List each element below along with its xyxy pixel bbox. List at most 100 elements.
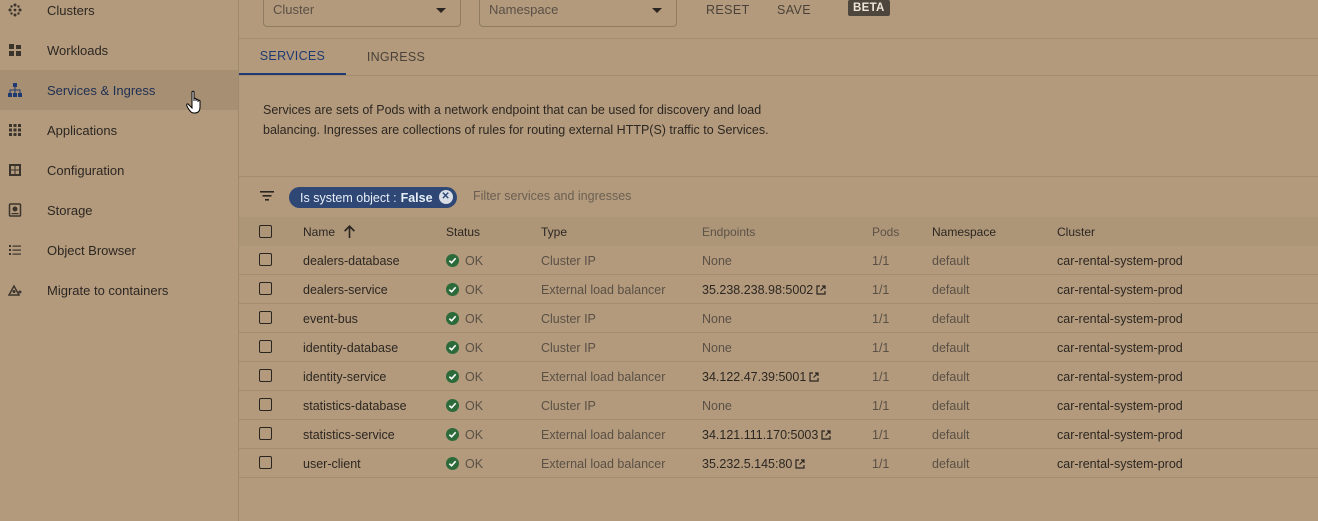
external-link-icon[interactable] [809, 371, 819, 382]
external-link-icon[interactable] [816, 284, 826, 295]
namespace-cell: default [932, 398, 970, 413]
cluster-select-placeholder: Cluster [273, 1, 315, 17]
select-all-checkbox[interactable] [259, 225, 272, 238]
endpoints-cell[interactable]: 34.121.111.170:5003 [702, 420, 831, 449]
beta-badge: BETA [848, 0, 890, 16]
endpoint-link[interactable]: 35.232.5.145:80 [702, 457, 792, 471]
clusters-icon [7, 2, 23, 18]
hand-cursor-icon [186, 90, 201, 114]
row-checkbox[interactable] [259, 253, 272, 266]
sidebar-item-migrate[interactable]: Migrate to containers [0, 270, 238, 310]
page-description: Services are sets of Pods with a network… [263, 103, 769, 137]
endpoint-text: None [702, 340, 732, 355]
table-row[interactable]: user-client OK External load balancer 35.23… [239, 449, 1318, 478]
row-checkbox[interactable] [259, 282, 272, 295]
chevron-down-icon [436, 8, 446, 13]
status-cell: OK [446, 391, 483, 420]
service-name-link[interactable]: statistics-service [303, 420, 395, 449]
endpoint-text: None [702, 253, 732, 268]
status-cell: OK [446, 246, 483, 275]
cluster-cell: car-rental-system-prod [1057, 456, 1183, 471]
type-cell: External load balancer [541, 282, 666, 297]
table-row[interactable]: dealers-database OK Cluster IP None 1/1 defau… [239, 246, 1318, 275]
namespace-select[interactable]: Namespace [479, 0, 677, 27]
close-icon[interactable]: ✕ [438, 190, 453, 204]
table-row[interactable]: dealers-service OK External load balancer 3… [239, 275, 1318, 304]
column-name-header[interactable]: Name [303, 217, 356, 246]
endpoint-link[interactable]: 34.122.47.39:5001 [702, 370, 806, 384]
row-checkbox[interactable] [259, 340, 272, 353]
type-cell: Cluster IP [541, 398, 596, 413]
table-row[interactable]: statistics-database OK Cluster IP None 1/1 de… [239, 391, 1318, 420]
external-link-icon[interactable] [795, 458, 805, 469]
sidebar-item-label: Configuration [47, 162, 125, 178]
filter-chip-key: Is system object : [300, 190, 397, 205]
pods-cell: 1/1 [872, 427, 890, 442]
pods-cell: 1/1 [872, 311, 890, 326]
sidebar-item-workloads[interactable]: Workloads [0, 30, 238, 70]
endpoint-text: None [702, 398, 732, 413]
pods-cell: 1/1 [872, 253, 890, 268]
pods-cell: 1/1 [872, 398, 890, 413]
endpoint-link[interactable]: 35.238.238.98:5002 [702, 283, 813, 297]
sidebar-item-configuration[interactable]: Configuration [0, 150, 238, 190]
reset-button[interactable]: RESET [706, 3, 750, 17]
sidebar-item-storage[interactable]: Storage [0, 190, 238, 230]
sidebar-item-clusters[interactable]: Clusters [0, 0, 238, 30]
row-checkbox[interactable] [259, 427, 272, 440]
row-checkbox[interactable] [259, 369, 272, 382]
service-name-link[interactable]: identity-database [303, 333, 398, 362]
endpoints-cell[interactable]: 35.232.5.145:80 [702, 449, 805, 478]
status-cell: OK [446, 275, 483, 304]
service-name-link[interactable]: user-client [303, 449, 361, 478]
cluster-cell: car-rental-system-prod [1057, 340, 1183, 355]
sidebar-item-applications[interactable]: Applications [0, 110, 238, 150]
status-cell: OK [446, 333, 483, 362]
type-cell: Cluster IP [541, 311, 596, 326]
service-name-link[interactable]: identity-service [303, 362, 386, 391]
sidebar-item-object-browser[interactable]: Object Browser [0, 230, 238, 270]
table-row[interactable]: identity-database OK Cluster IP None 1/1 defa… [239, 333, 1318, 362]
filter-input[interactable]: Filter services and ingresses [473, 189, 631, 203]
tab-services[interactable]: SERVICES [239, 39, 346, 75]
service-name-link[interactable]: event-bus [303, 304, 358, 333]
service-name-link[interactable]: dealers-service [303, 275, 388, 304]
status-text: OK [465, 427, 484, 442]
namespace-cell: default [932, 369, 970, 384]
cluster-select[interactable]: Cluster [263, 0, 461, 27]
column-status-header[interactable]: Status [446, 217, 480, 246]
sidebar: Clusters Workloads Services & Ingress Ap… [0, 0, 239, 521]
row-checkbox[interactable] [259, 311, 272, 324]
check-circle-icon [446, 254, 459, 267]
sidebar-item-label: Clusters [47, 2, 95, 18]
endpoint-text: None [702, 311, 732, 326]
endpoints-cell[interactable]: 35.238.238.98:5002 [702, 275, 826, 304]
table-row[interactable]: statistics-service OK External load balanc… [239, 420, 1318, 449]
endpoint-link[interactable]: 34.121.111.170:5003 [702, 428, 818, 442]
filter-chip[interactable]: Is system object : False ✕ [289, 187, 457, 208]
cluster-cell: car-rental-system-prod [1057, 311, 1183, 326]
check-circle-icon [446, 428, 459, 441]
row-checkbox[interactable] [259, 398, 272, 411]
table-row[interactable]: identity-service OK External load balancer… [239, 362, 1318, 391]
sidebar-item-label: Applications [47, 122, 118, 138]
row-checkbox[interactable] [259, 456, 272, 469]
column-cluster-header[interactable]: Cluster [1057, 217, 1095, 246]
status-text: OK [465, 282, 484, 297]
pods-cell: 1/1 [872, 282, 890, 297]
table-row[interactable]: event-bus OK Cluster IP None 1/1 default car-r… [239, 304, 1318, 333]
applications-icon [7, 122, 23, 138]
filter-icon[interactable] [260, 189, 274, 203]
save-button[interactable]: SAVE [777, 3, 811, 17]
column-type-header[interactable]: Type [541, 217, 567, 246]
divider [239, 75, 1318, 76]
sidebar-item-label: Services & Ingress [47, 82, 156, 98]
status-cell: OK [446, 362, 483, 391]
external-link-icon[interactable] [821, 429, 831, 440]
service-name-link[interactable]: dealers-database [303, 246, 400, 275]
pods-cell: 1/1 [872, 340, 890, 355]
tab-ingress[interactable]: INGRESS [346, 39, 446, 75]
service-name-link[interactable]: statistics-database [303, 391, 407, 420]
column-namespace-header[interactable]: Namespace [932, 217, 996, 246]
endpoints-cell[interactable]: 34.122.47.39:5001 [702, 362, 819, 391]
